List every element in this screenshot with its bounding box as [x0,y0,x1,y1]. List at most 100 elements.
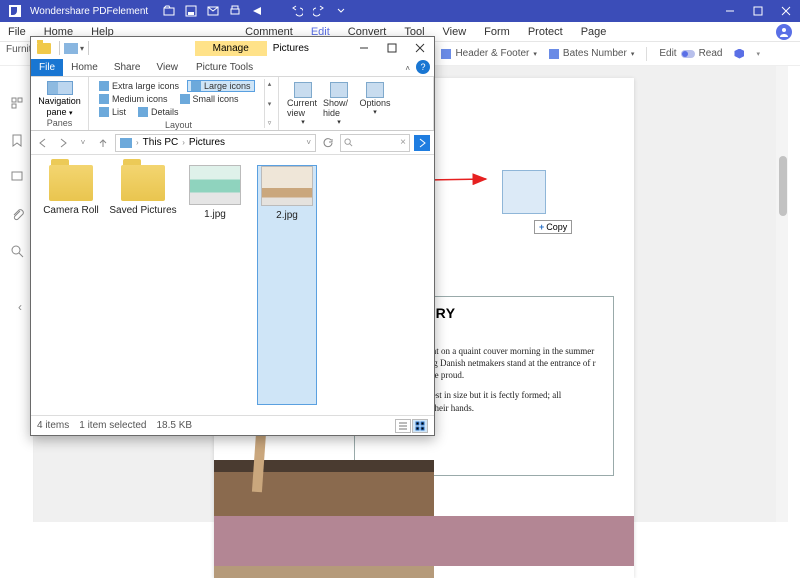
panes-group: Navigation pane ▾ Panes [31,77,89,130]
left-rail: Furniture E [0,66,34,522]
explorer-file-pane[interactable]: Camera Roll Saved Pictures 1.jpg 2.jpg [31,155,434,415]
up-button[interactable] [95,135,111,151]
details-button[interactable]: Details [134,106,183,118]
copy-cursor-badge: +Copy [534,220,572,234]
image-item-selected[interactable]: 2.jpg [257,165,317,405]
view-buttons-group: Current view▾ Show/ hide▾ Options▾ [279,77,434,130]
navigation-pane-icon[interactable] [47,81,73,95]
back-button[interactable] [35,135,51,151]
options-button[interactable]: Options▾ [359,82,391,126]
user-avatar-icon[interactable] [776,24,792,40]
layout-group: Extra large icons Large icons Medium ico… [89,77,279,130]
collapse-chevron-icon[interactable]: ‹ [18,300,22,314]
folder-item[interactable]: Saved Pictures [113,165,173,405]
print-icon[interactable] [228,4,242,18]
dropdown-icon[interactable] [334,4,348,18]
open-icon[interactable] [162,4,176,18]
tab-share[interactable]: Share [106,59,149,76]
app-logo-icon [6,2,24,20]
clear-search-icon[interactable]: × [400,137,406,148]
folder-large-icon [49,165,93,201]
explorer-window-title: Pictures [273,43,309,54]
menu-view[interactable]: View [443,26,467,38]
vertical-scrollbar[interactable] [776,66,788,522]
image-thumbnail [189,165,241,205]
hex-icon[interactable] [734,49,744,59]
chevron-down-icon[interactable]: ▾ [80,44,84,53]
magnifier-icon [344,138,353,147]
explorer-address-bar: ˅ › This PC › Pictures ˅ × [31,131,434,155]
folder-icon [37,43,51,54]
quick-access-icon[interactable] [64,43,78,54]
image-item[interactable]: 1.jpg [185,165,245,405]
help-icon[interactable]: ? [416,60,430,74]
forward-button[interactable] [55,135,71,151]
menu-file[interactable]: File [8,26,26,38]
search-box[interactable]: × [340,134,410,152]
folder-large-icon [121,165,165,201]
refresh-icon[interactable] [320,135,336,151]
tab-home[interactable]: Home [63,59,106,76]
breadcrumb[interactable]: › This PC › Pictures ˅ [115,134,316,152]
tab-view[interactable]: View [149,59,187,76]
file-explorer-window: ▾ Manage Pictures File Home Share View P… [30,36,435,436]
undo-icon[interactable] [290,4,304,18]
nav-pane-label: Navigation [38,96,81,106]
image-drop-placeholder[interactable] [502,170,546,214]
explorer-ribbon: Navigation pane ▾ Panes Extra large icon… [31,77,434,131]
thumbnails-view-icon[interactable] [412,419,428,433]
tab-picture-tools[interactable]: Picture Tools [188,59,261,76]
minimize-button[interactable] [716,0,744,22]
explorer-ribbon-tabs: File Home Share View Picture Tools ˄ ? [31,59,434,77]
show-hide-button[interactable]: Show/ hide▾ [323,82,355,126]
item-label: Saved Pictures [109,205,176,216]
scrollbar-thumb[interactable] [779,156,787,216]
large-icons-button[interactable]: Large icons [187,80,255,92]
status-size: 18.5 KB [157,420,193,431]
item-label: Camera Roll [43,205,99,216]
maximize-button[interactable] [744,0,772,22]
bates-number-button[interactable]: Bates Number▾ [549,48,634,59]
this-pc-icon [120,138,132,148]
list-button[interactable]: List [95,106,130,118]
mauve-background-strip [214,516,634,566]
menu-protect[interactable]: Protect [528,26,563,38]
explorer-maximize-button[interactable] [378,38,406,58]
folder-item[interactable]: Camera Roll [41,165,101,405]
thumbnails-icon[interactable] [10,96,24,115]
medium-icons-button[interactable]: Medium icons [95,93,172,105]
menu-form[interactable]: Form [484,26,510,38]
edit-mode-toggle[interactable]: EditRead [659,48,722,59]
header-footer-button[interactable]: Header & Footer▾ [441,48,536,59]
share-icon[interactable] [250,4,264,18]
search-icon[interactable] [10,244,24,263]
app-title-bar: Wondershare PDFelement [0,0,800,22]
mail-icon[interactable] [206,4,220,18]
layout-scroll[interactable]: ▴▾▿ [264,79,274,128]
recent-locations-icon[interactable]: ˅ [75,135,91,151]
tab-file[interactable]: File [31,59,63,76]
small-icons-button[interactable]: Small icons [176,93,243,105]
manage-contextual-tab[interactable]: Manage [195,41,267,56]
explorer-minimize-button[interactable] [350,38,378,58]
switch-icon[interactable] [681,50,695,58]
annotations-icon[interactable] [10,170,24,189]
image-thumbnail [261,166,313,206]
explorer-close-button[interactable] [406,38,434,58]
details-view-icon[interactable] [395,419,411,433]
ribbon-collapse-icon[interactable]: ˄ [405,64,410,73]
attachment-icon[interactable] [10,207,24,226]
redo-icon[interactable] [312,4,326,18]
crumb-folder[interactable]: Pictures [189,137,225,148]
go-button[interactable] [414,135,430,151]
crumb-root[interactable]: This PC [143,137,179,148]
current-view-button[interactable]: Current view▾ [287,82,319,126]
explorer-status-bar: 4 items 1 item selected 18.5 KB [31,415,434,435]
close-button[interactable] [772,0,800,22]
bookmark-icon[interactable] [10,133,24,152]
menu-page[interactable]: Page [581,26,607,38]
save-icon[interactable] [184,4,198,18]
app-title: Wondershare PDFelement [30,6,148,17]
extra-large-icons-button[interactable]: Extra large icons [95,80,183,92]
item-label: 1.jpg [204,209,226,220]
